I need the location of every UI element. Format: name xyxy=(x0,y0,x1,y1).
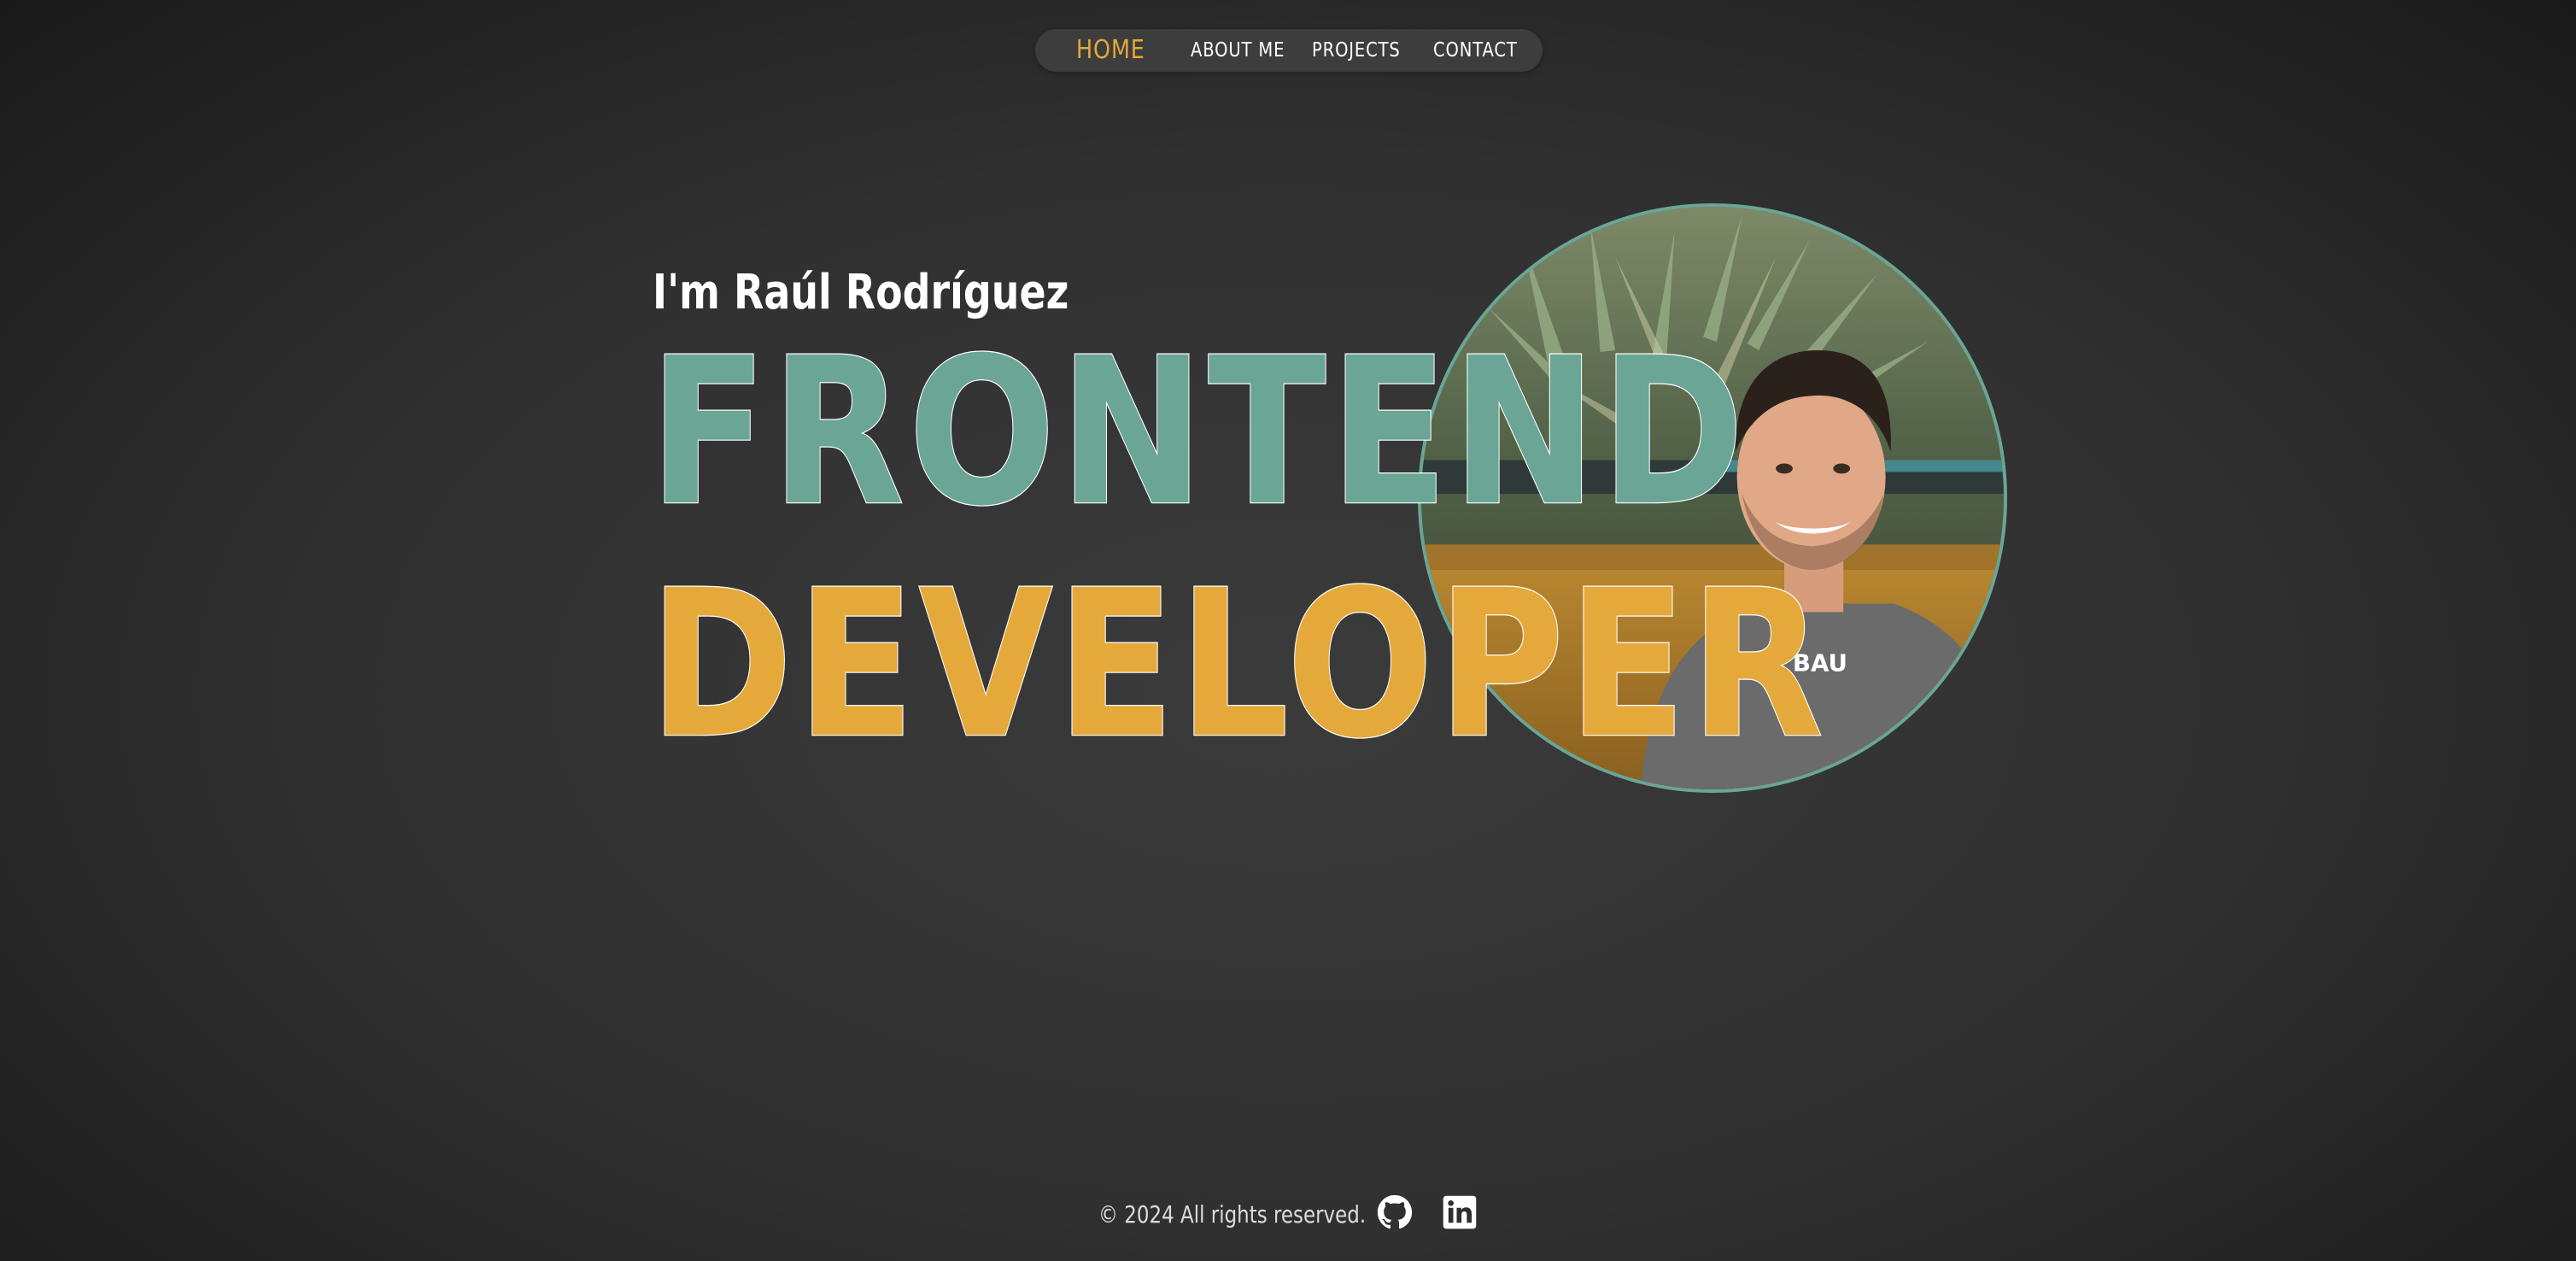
linkedin-link[interactable] xyxy=(1442,1194,1478,1230)
github-link[interactable] xyxy=(1377,1194,1413,1230)
title-line-frontend: FRONTEND xyxy=(648,314,1748,551)
nav-home[interactable]: HOME xyxy=(1076,29,1145,72)
intro-heading: I'm Raúl Rodríguez xyxy=(653,265,1069,320)
nav-contact[interactable]: CONTACT xyxy=(1433,29,1518,72)
nav-projects[interactable]: PROJECTS xyxy=(1312,29,1401,72)
linkedin-icon xyxy=(1443,1195,1477,1229)
title-line-developer: DEVELOPER xyxy=(648,547,1828,783)
main-nav: HOME ABOUT ME PROJECTS CONTACT xyxy=(1035,29,1543,72)
github-icon xyxy=(1377,1194,1413,1229)
nav-about-me[interactable]: ABOUT ME xyxy=(1191,29,1285,72)
footer-copyright: © 2024 All rights reserved. xyxy=(1098,1200,1367,1229)
